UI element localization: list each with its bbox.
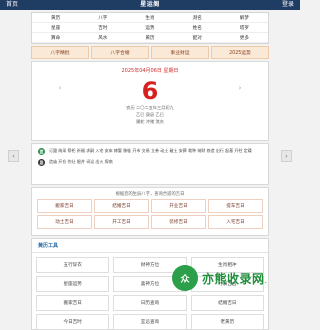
nav-item[interactable]: 算命 — [32, 33, 80, 43]
top-bar: 首页 星运阁 登录 — [0, 0, 300, 10]
promo-row: 八字精批 八字合婚 事业财运 2025运势 — [31, 46, 269, 59]
login-link[interactable]: 登录 — [282, 0, 294, 10]
right-side-tab[interactable]: › — [281, 150, 292, 162]
query-item[interactable]: 搬家吉日 — [37, 199, 92, 213]
query-item[interactable]: 装修吉日 — [151, 215, 206, 229]
query-item[interactable]: 开工吉日 — [94, 215, 149, 229]
query-item[interactable]: 开业吉日 — [151, 199, 206, 213]
day-number: 6 — [141, 77, 159, 105]
nav-item[interactable]: 运势 — [126, 23, 174, 33]
query-title: 根据您的生辰八字，查询合适的吉日 — [115, 192, 185, 197]
query-item[interactable]: 结婚吉日 — [94, 199, 149, 213]
watermark-text: 亦熊收录网. — [202, 270, 268, 287]
nav-item[interactable]: 八字 — [79, 13, 127, 23]
nav-item[interactable]: 星座 — [32, 23, 80, 33]
nav-item[interactable]: 姓名 — [173, 23, 221, 33]
nav-item[interactable]: 黄历 — [126, 33, 174, 43]
tool-item[interactable]: 宜忌查询 — [113, 314, 187, 330]
nav-item[interactable]: 测名 — [173, 13, 221, 23]
tool-item[interactable]: 日历查询 — [113, 295, 187, 311]
watermark: 众 亦熊收录网. — [172, 264, 292, 292]
query-item[interactable]: 动土吉日 — [37, 215, 92, 229]
tool-item[interactable]: 星座运势 — [36, 276, 110, 292]
promo-item[interactable]: 事业财运 — [151, 46, 209, 59]
home-link[interactable]: 首页 — [6, 0, 18, 10]
nav-item[interactable]: 生肖 — [126, 13, 174, 23]
nav-item[interactable]: 更多 — [220, 33, 268, 43]
promo-item[interactable]: 八字精批 — [31, 46, 89, 59]
category-nav-grid: 黄历 八字 生肖 测名 解梦 星座 吉时 运势 姓名 塔罗 算命 风水 黄历 配… — [31, 12, 269, 44]
tool-item[interactable]: 五行穿衣 — [36, 257, 110, 273]
nav-item[interactable]: 配对 — [173, 33, 221, 43]
promo-item[interactable]: 八字合婚 — [91, 46, 149, 59]
tool-item[interactable]: 老黄历 — [190, 314, 264, 330]
date-header: 2025年04月06日 星期日 — [121, 68, 179, 74]
nav-item[interactable]: 风水 — [79, 33, 127, 43]
yi-line: 宜 订盟 纳采 祭祀 祈福 求嗣 入宅 安床 嫁娶 移徙 开市 交易 立券 动土… — [38, 148, 262, 155]
zodiac-clash: 属蛇 冲猪 煞东 — [136, 119, 164, 124]
nav-item[interactable]: 解梦 — [220, 13, 268, 23]
tool-item[interactable]: 今日吉时 — [36, 314, 110, 330]
ji-text: 造庙 开仓 作灶 掘井 词讼 出火 探病 — [49, 159, 113, 164]
ji-line: 忌 造庙 开仓 作灶 掘井 词讼 出火 探病 — [38, 159, 262, 166]
query-grid: 搬家吉日 结婚吉日 开业吉日 提车吉日 动土吉日 开工吉日 装修吉日 入宅吉日 — [37, 199, 263, 229]
tool-item[interactable]: 结婚吉日 — [190, 295, 264, 311]
previous-day-button[interactable]: ‹ — [54, 83, 66, 93]
tools-title: 黄历工具 — [32, 239, 268, 253]
date-card: ‹ › 2025年04月06日 星期日 6 农历 二〇二五年三月初九 乙巳 庚辰… — [31, 61, 269, 141]
nav-item[interactable]: 吉时 — [79, 23, 127, 33]
query-item[interactable]: 入宅吉日 — [208, 215, 263, 229]
nav-item[interactable]: 塔罗 — [220, 23, 268, 33]
watermark-logo-icon: 众 — [172, 265, 198, 291]
auspicious-query-box: 根据您的生辰八字，查询合适的吉日 搬家吉日 结婚吉日 开业吉日 提车吉日 动土吉… — [31, 187, 269, 236]
nav-item[interactable]: 黄历 — [32, 13, 80, 23]
ji-icon: 忌 — [38, 159, 45, 166]
promo-item[interactable]: 2025运势 — [211, 46, 269, 59]
tool-item[interactable]: 搬家吉日 — [36, 295, 110, 311]
yi-text: 订盟 纳采 祭祀 祈福 求嗣 入宅 安床 嫁娶 移徙 开市 交易 立券 动土 破… — [49, 148, 252, 153]
query-item[interactable]: 提车吉日 — [208, 199, 263, 213]
ganzhi-date: 乙巳 庚辰 乙巳 — [136, 112, 164, 117]
watermark-label: 亦熊收录网 — [202, 271, 265, 286]
site-logo[interactable]: 星运阁 — [140, 0, 160, 10]
next-day-button[interactable]: › — [234, 83, 246, 93]
yi-icon: 宜 — [38, 148, 45, 155]
watermark-dot: . — [264, 275, 268, 285]
lunar-date: 农历 二〇二五年三月初九 — [126, 105, 174, 110]
yiji-card: 宜 订盟 纳采 祭祀 祈福 求嗣 入宅 安床 嫁娶 移徙 开市 交易 立券 动土… — [31, 143, 269, 185]
left-side-tab[interactable]: ‹ — [8, 150, 19, 162]
